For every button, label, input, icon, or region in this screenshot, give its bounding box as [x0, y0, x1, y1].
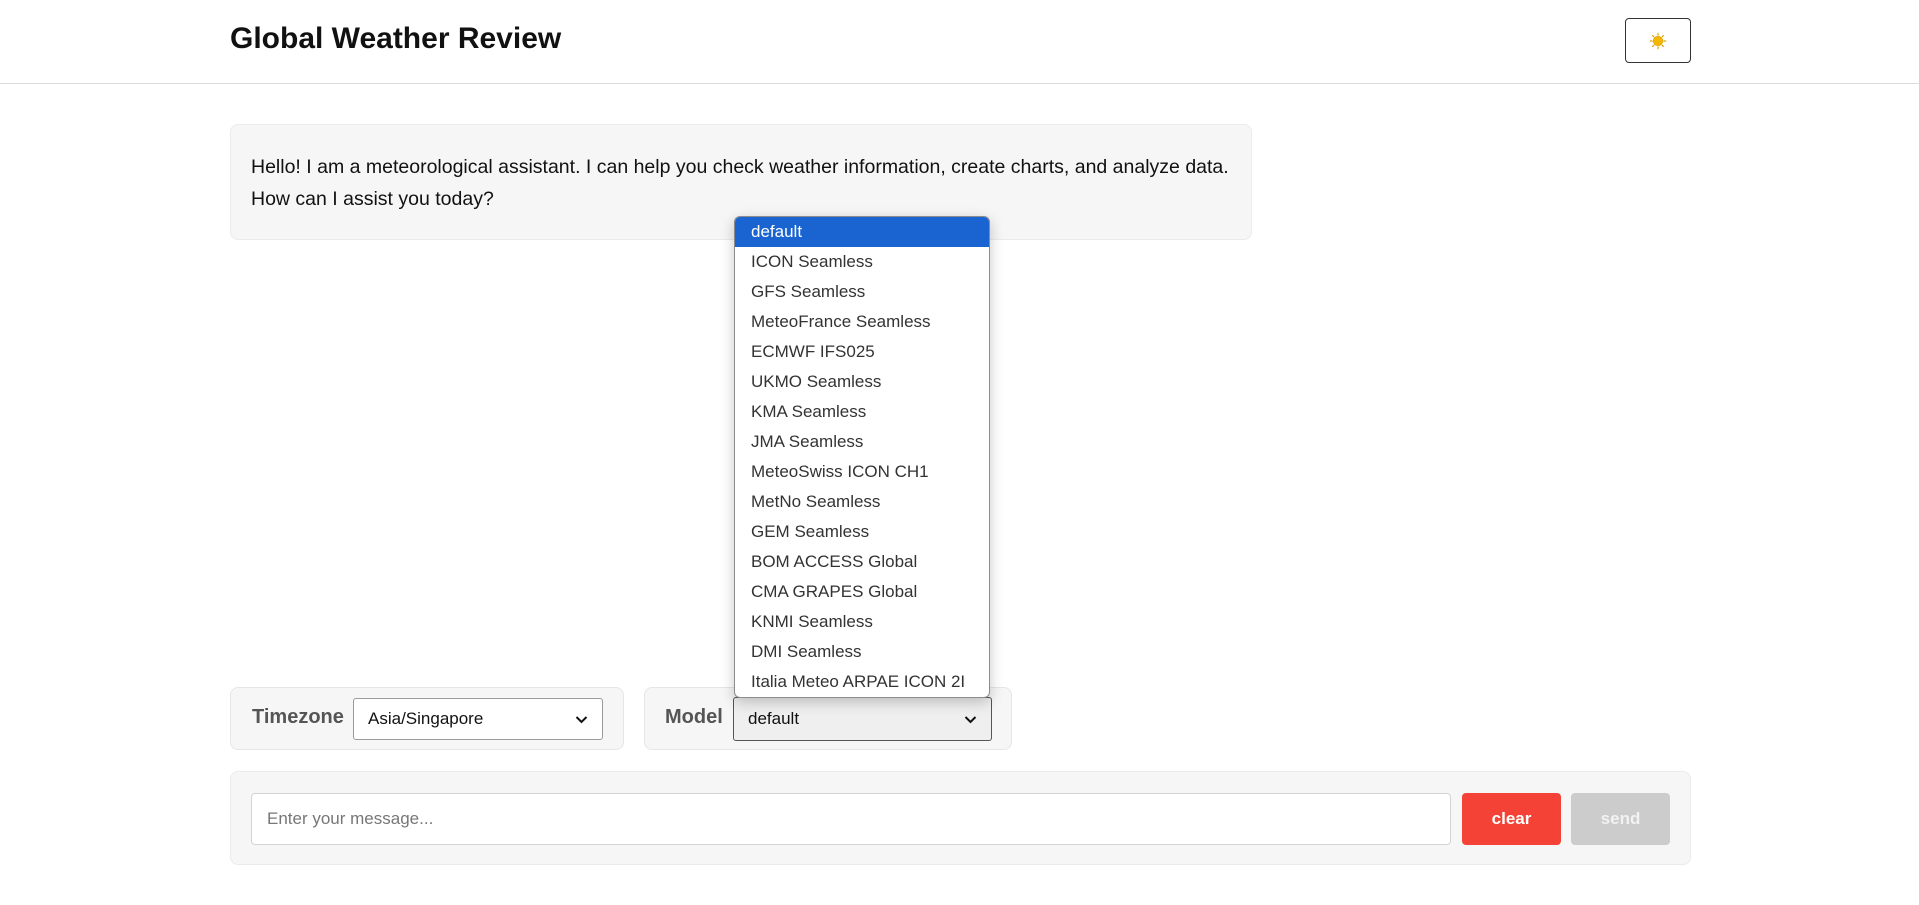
model-label: Model [665, 706, 723, 728]
dropdown-option[interactable]: BOM ACCESS Global [735, 547, 989, 577]
dropdown-option[interactable]: MeteoSwiss ICON CH1 [735, 457, 989, 487]
app-header: Global Weather Review [0, 0, 1919, 84]
timezone-selected-value: Asia/Singapore [368, 709, 484, 728]
dropdown-option[interactable]: ECMWF IFS025 [735, 337, 989, 367]
message-input[interactable] [251, 793, 1451, 845]
dropdown-option[interactable]: ICON Seamless [735, 247, 989, 277]
dropdown-option[interactable]: MetNo Seamless [735, 487, 989, 517]
app-title: Global Weather Review [230, 22, 562, 55]
send-button[interactable]: send [1571, 793, 1670, 845]
dropdown-option[interactable]: Italia Meteo ARPAE ICON 2I [735, 667, 989, 697]
dropdown-option[interactable]: KNMI Seamless [735, 607, 989, 637]
dropdown-option[interactable]: GEM Seamless [735, 517, 989, 547]
dropdown-option[interactable]: GFS Seamless [735, 277, 989, 307]
dropdown-option[interactable]: CMA GRAPES Global [735, 577, 989, 607]
model-dropdown-list: default ICON Seamless GFS Seamless MeteoFra… [734, 216, 990, 698]
chevron-down-icon [575, 715, 588, 723]
dropdown-option[interactable]: DMI Seamless [735, 637, 989, 667]
timezone-control: Timezone Asia/Singapore [230, 687, 624, 750]
timezone-select[interactable]: Asia/Singapore [353, 698, 603, 740]
dropdown-option[interactable]: default [735, 217, 989, 247]
sun-icon [1649, 32, 1667, 49]
clear-button[interactable]: clear [1462, 793, 1561, 845]
model-select[interactable]: default [733, 697, 992, 741]
dropdown-option[interactable]: MeteoFrance Seamless [735, 307, 989, 337]
theme-toggle-button[interactable] [1625, 18, 1691, 63]
dropdown-option[interactable]: UKMO Seamless [735, 367, 989, 397]
model-selected-value: default [748, 709, 800, 728]
dropdown-option[interactable]: KMA Seamless [735, 397, 989, 427]
chevron-down-icon [964, 715, 977, 723]
dropdown-option[interactable]: JMA Seamless [735, 427, 989, 457]
message-composer: clear send [230, 771, 1691, 865]
timezone-label: Timezone [252, 706, 344, 728]
